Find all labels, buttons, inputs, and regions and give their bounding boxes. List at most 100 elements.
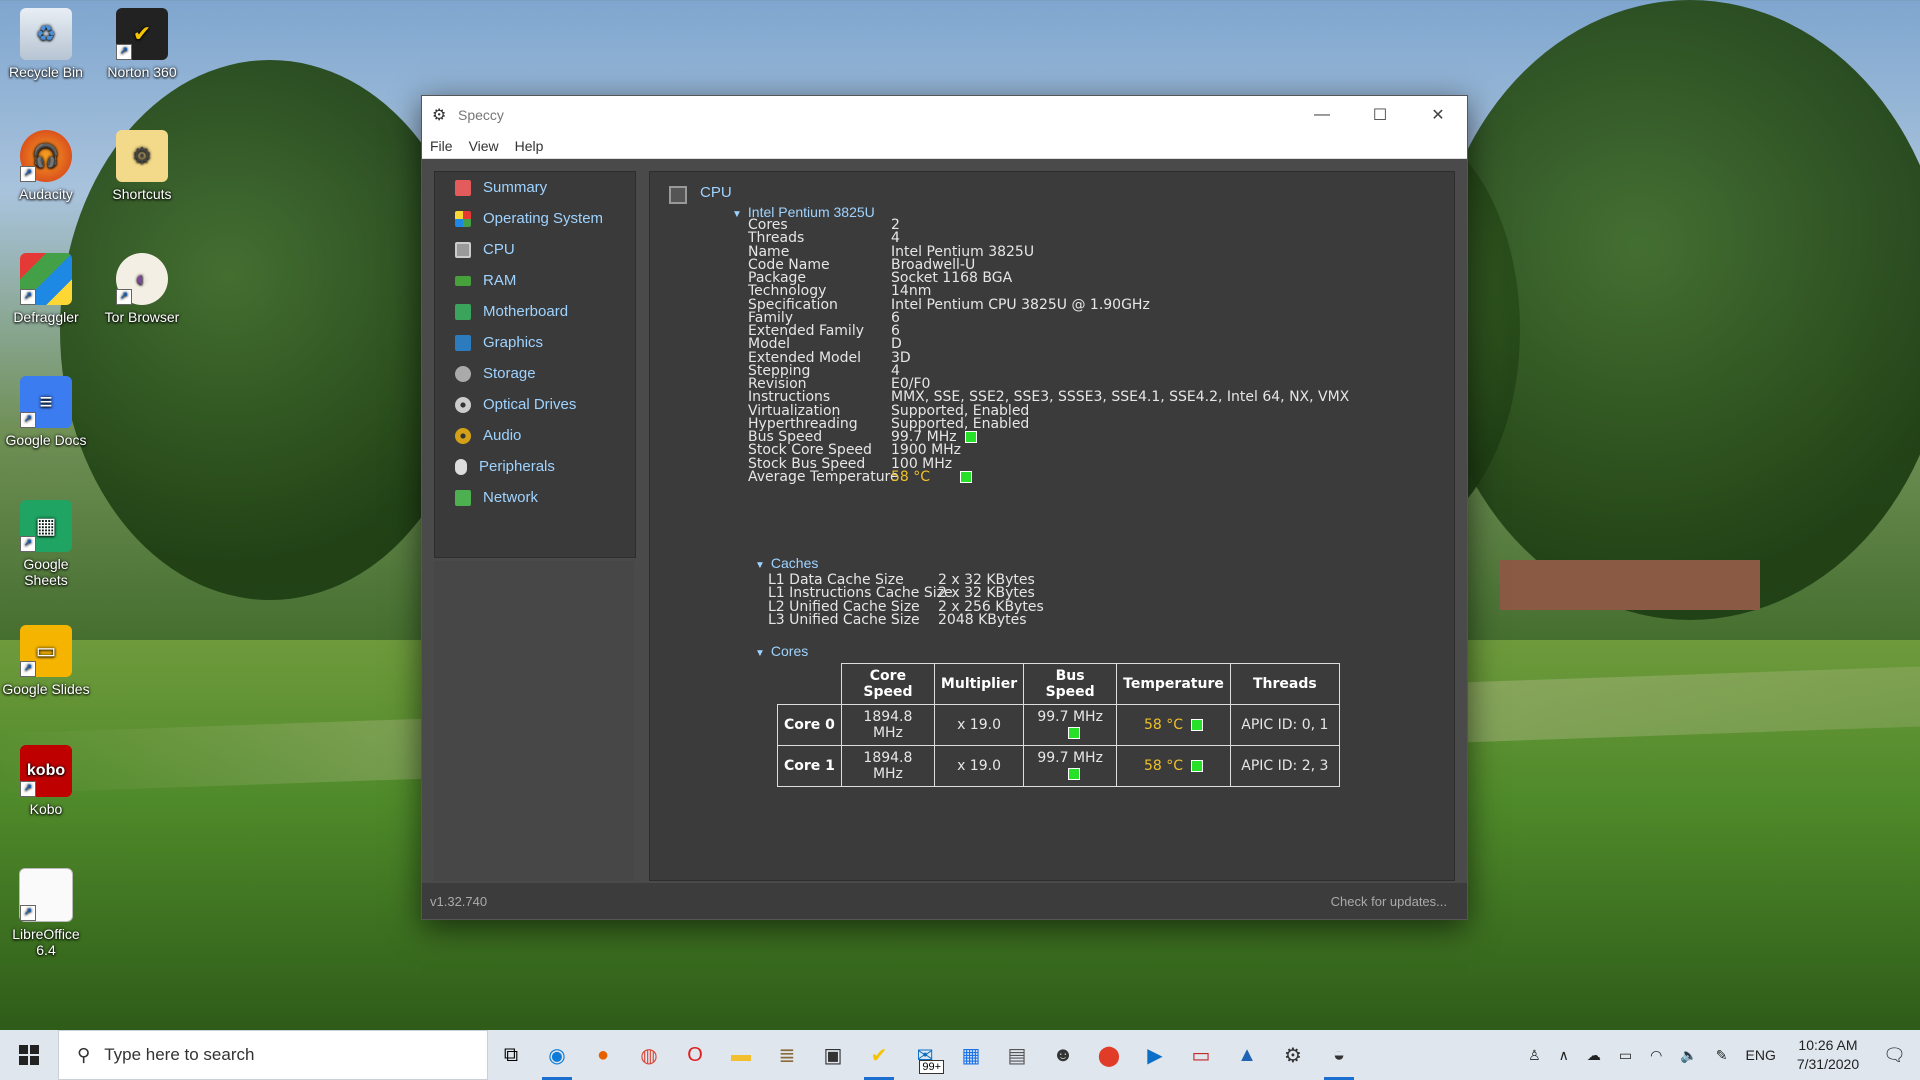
desktop-icon-recycle-bin[interactable]: ♻ Recycle Bin xyxy=(2,8,90,80)
taskbar-edge[interactable]: ◉ xyxy=(534,1030,580,1080)
calculator-icon: ▤ xyxy=(1007,1044,1027,1067)
system-tray: ♙ ∧ ☁ ▭ ◠ 🔈 ✎ ENG 10:26 AM 7/31/2020 🗨 xyxy=(1519,1030,1920,1080)
sidebar-item-operating-system[interactable]: Operating System xyxy=(435,203,635,234)
taskbar-search-box[interactable]: ⚲ Type here to search xyxy=(58,1030,488,1080)
taskbar-stack-app[interactable]: ≣ xyxy=(764,1030,810,1080)
cache-name: L3 Unified Cache Size xyxy=(768,611,920,628)
norton-icon: ✔ xyxy=(870,1044,888,1067)
show-hidden-icons-chevron-icon[interactable]: ∧ xyxy=(1550,1047,1578,1064)
desktop-icon-libreoffice[interactable]: ↗ LibreOffice 6.4 xyxy=(2,868,90,958)
property-name: Average Temperature xyxy=(748,468,899,485)
desktop-icon-defraggler[interactable]: ↗ Defraggler xyxy=(2,253,90,325)
norton-icon: ✔ ↗ xyxy=(116,8,168,60)
minimize-button[interactable]: — xyxy=(1293,106,1351,124)
sidebar-item-peripherals[interactable]: Peripherals xyxy=(435,451,635,482)
desktop-icon-norton[interactable]: ✔ ↗ Norton 360 xyxy=(98,8,186,80)
window-title: Speccy xyxy=(458,107,504,123)
language-indicator[interactable]: ENG xyxy=(1737,1047,1785,1063)
notification-icon[interactable]: 🗨 xyxy=(1871,1045,1920,1066)
audacity-icon: 🎧 ↗ xyxy=(20,130,72,182)
cores-node[interactable]: ▼ Cores xyxy=(755,643,808,659)
taskbar-movies[interactable]: ▶ xyxy=(1132,1030,1178,1080)
sidebar-item-optical-drives[interactable]: Optical Drives xyxy=(435,389,635,420)
taskbar-photos[interactable]: ▲ xyxy=(1224,1030,1270,1080)
mouse-icon xyxy=(455,458,467,475)
google-sheets-icon: ▦ ↗ xyxy=(20,500,72,552)
play-icon: ▶ xyxy=(1147,1044,1163,1067)
sidebar-item-label: Operating System xyxy=(483,210,604,227)
sidebar-item-label: Summary xyxy=(483,179,548,196)
onedrive-icon[interactable]: ☁ xyxy=(1578,1047,1610,1064)
taskbar-calendar[interactable]: ▦ xyxy=(948,1030,994,1080)
desktop-icon-label: Defraggler xyxy=(13,309,79,325)
section-title: CPU xyxy=(700,184,732,201)
sidebar-item-motherboard[interactable]: Motherboard xyxy=(435,296,635,327)
check-updates-link[interactable]: Check for updates... xyxy=(1331,894,1447,909)
status-indicator-icon xyxy=(964,431,977,443)
sidebar-item-label: Storage xyxy=(483,365,536,382)
ram-icon xyxy=(455,275,471,286)
kobo-icon: kobo ↗ xyxy=(20,745,72,797)
taskbar-mail[interactable]: ✉ 99+ xyxy=(902,1030,948,1080)
sidebar-item-network[interactable]: Network xyxy=(435,482,635,513)
chrome-icon: ◍ xyxy=(640,1044,658,1067)
network-icon xyxy=(455,489,471,506)
property-value-text: Intel Pentium CPU 3825U @ 1.90GHz xyxy=(891,296,1150,313)
wifi-icon[interactable]: ◠ xyxy=(1641,1047,1671,1064)
table-row: Core 1 1894.8 MHz x 19.0 99.7 MHz 58 °C … xyxy=(777,745,1340,787)
desktop-icon-label: Google Sheets xyxy=(23,556,69,588)
taskbar-opera[interactable]: O xyxy=(672,1030,718,1080)
desktop-icon-google-docs[interactable]: ≡ ↗ Google Docs xyxy=(2,376,90,448)
taskbar-file-explorer[interactable]: ▬ xyxy=(718,1030,764,1080)
gear-icon: ⚙ xyxy=(1284,1044,1302,1067)
details-panel[interactable]: CPU ▼ Intel Pentium 3825U Cores 2 Threads 4 N… xyxy=(649,171,1455,881)
speccy-icon: ◒ xyxy=(1332,1043,1346,1066)
caches-node[interactable]: ▼ Caches xyxy=(755,555,818,571)
bus-speed-value: 99.7 MHz xyxy=(1037,750,1103,766)
sidebar-item-storage[interactable]: Storage xyxy=(435,358,635,389)
taskbar-maps[interactable]: ⬤ xyxy=(1086,1030,1132,1080)
clock[interactable]: 10:26 AM 7/31/2020 xyxy=(1785,1036,1871,1074)
sidebar-item-audio[interactable]: Audio xyxy=(435,420,635,451)
maximize-button[interactable]: ☐ xyxy=(1351,105,1409,125)
taskbar-calculator[interactable]: ▤ xyxy=(994,1030,1040,1080)
taskbar-norton[interactable]: ✔ xyxy=(856,1030,902,1080)
desktop-icon-audacity[interactable]: 🎧 ↗ Audacity xyxy=(2,130,90,202)
taskbar-news[interactable]: ▭ xyxy=(1178,1030,1224,1080)
people-tray-icon[interactable]: ♙ xyxy=(1519,1047,1550,1064)
desktop-icon-google-sheets[interactable]: ▦ ↗ Google Sheets xyxy=(2,500,90,588)
column-header: Temperature xyxy=(1116,663,1231,705)
title-bar[interactable]: ⚙ Speccy — ☐ ✕ xyxy=(422,96,1467,134)
cpu-icon xyxy=(455,241,471,258)
battery-icon[interactable]: ▭ xyxy=(1610,1047,1641,1064)
close-button[interactable]: ✕ xyxy=(1409,105,1467,125)
taskbar-people[interactable]: ☻ xyxy=(1040,1030,1086,1080)
pen-icon[interactable]: ✎ xyxy=(1707,1047,1737,1064)
menu-view[interactable]: View xyxy=(461,138,507,154)
desktop-icon-shortcuts[interactable]: ⚙ Shortcuts xyxy=(98,130,186,202)
sidebar-item-summary[interactable]: Summary xyxy=(435,172,635,203)
taskbar-settings[interactable]: ⚙ xyxy=(1270,1030,1316,1080)
menu-help[interactable]: Help xyxy=(507,138,552,154)
desktop-icon-tor[interactable]: ◐ ↗ Tor Browser xyxy=(98,253,186,325)
recycle-bin-icon: ♻ xyxy=(20,8,72,60)
desktop-icon-kobo[interactable]: kobo ↗ Kobo xyxy=(2,745,90,817)
sidebar-item-graphics[interactable]: Graphics xyxy=(435,327,635,358)
status-bar: v1.32.740 Check for updates... xyxy=(422,883,1467,919)
sidebar-item-ram[interactable]: RAM xyxy=(435,265,635,296)
taskbar-firefox[interactable]: ● xyxy=(580,1030,626,1080)
folder-icon: ▬ xyxy=(731,1043,751,1066)
volume-icon[interactable]: 🔈 xyxy=(1671,1047,1706,1064)
windows-logo-icon xyxy=(19,1045,39,1065)
desktop-icon-label: LibreOffice 6.4 xyxy=(12,926,80,958)
menu-file[interactable]: File xyxy=(422,138,461,154)
task-view-button[interactable]: ⧉ xyxy=(488,1030,534,1080)
desktop-icon-google-slides[interactable]: ▭ ↗ Google Slides xyxy=(2,625,90,697)
taskbar-store[interactable]: ▣ xyxy=(810,1030,856,1080)
sidebar-item-label: Peripherals xyxy=(479,458,555,475)
core-threads: APIC ID: 2, 3 xyxy=(1229,745,1340,787)
taskbar-speccy[interactable]: ◒ xyxy=(1316,1030,1362,1080)
taskbar-chrome[interactable]: ◍ xyxy=(626,1030,672,1080)
start-button[interactable] xyxy=(0,1030,58,1080)
sidebar-item-cpu[interactable]: CPU xyxy=(435,234,635,265)
